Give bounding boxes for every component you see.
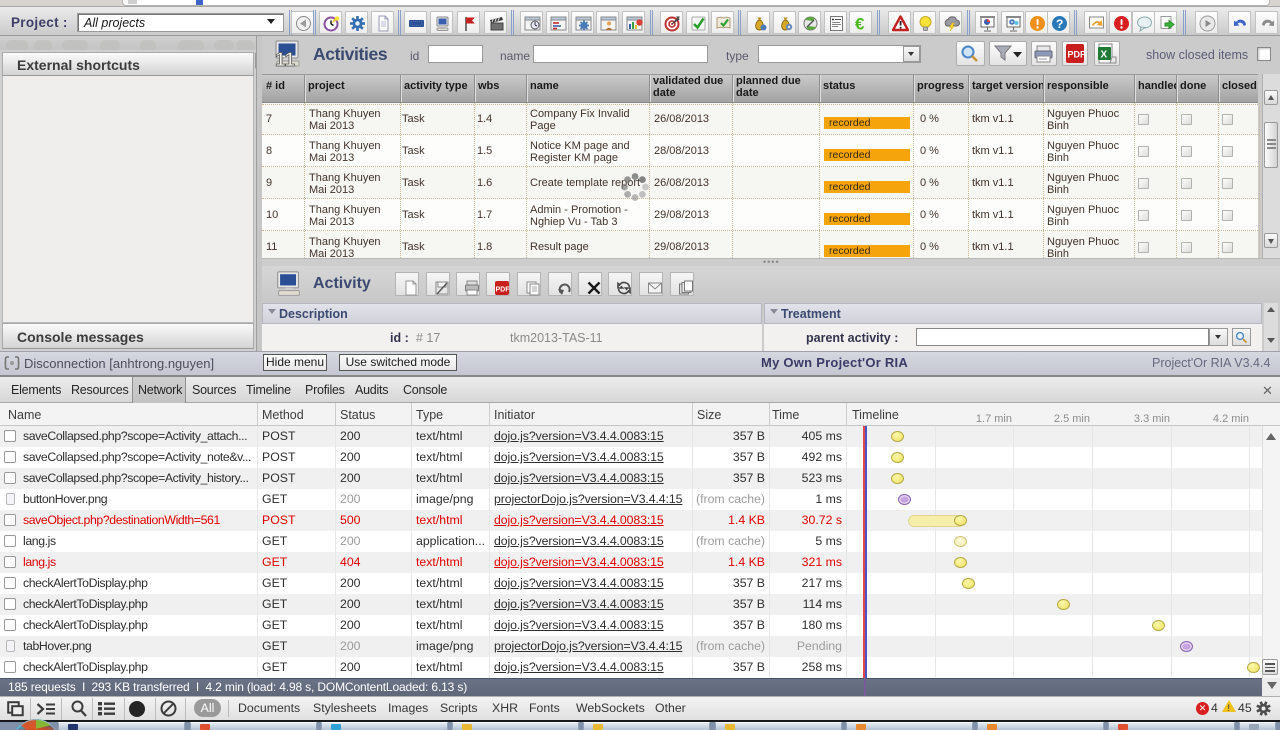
svg-text:PDF: PDF [496,287,511,294]
svg-text:?: ? [1056,17,1063,31]
svg-text:11: 11 [275,50,296,71]
svg-text:X: X [1101,50,1108,61]
svg-text:€: € [855,15,865,32]
svg-text:PDF: PDF [1068,50,1086,60]
